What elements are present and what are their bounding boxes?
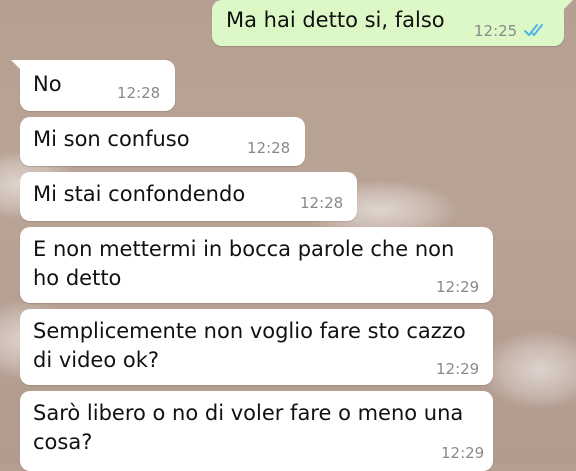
message-text: Sarò libero o no di voler fare o meno un… <box>33 401 470 454</box>
incoming-message-bubble[interactable]: Semplicemente non voglio fare sto cazzo … <box>20 309 493 385</box>
message-timestamp: 12:28 <box>117 84 161 102</box>
message-text: Semplicemente non voglio fare sto cazzo … <box>33 319 473 372</box>
incoming-message-bubble[interactable]: E non mettermi in bocca parole che non h… <box>20 227 493 303</box>
message-timestamp: 12:29 <box>436 278 480 296</box>
message-timestamp: 12:29 <box>441 444 485 462</box>
message-timestamp: 12:28 <box>300 194 344 212</box>
message-text: E non mettermi in bocca parole che non h… <box>33 237 461 290</box>
incoming-message-bubble[interactable]: Sarò libero o no di voler fare o meno un… <box>20 391 493 471</box>
bubble-tail <box>11 60 25 74</box>
message-text: Mi stai confondendo <box>33 182 246 206</box>
bubble-tail <box>559 0 573 14</box>
incoming-message-bubble[interactable]: Mi son confuso 12:28 <box>20 117 305 166</box>
incoming-message-bubble[interactable]: Mi stai confondendo 12:28 <box>20 172 357 221</box>
message-timestamp: 12:29 <box>436 360 480 378</box>
message-list: Ma hai detto si, falso 12:25 No 12:28 Mi… <box>0 0 576 471</box>
message-timestamp: 12:25 <box>474 22 518 40</box>
double-check-read-icon <box>524 24 543 36</box>
message-timestamp: 12:28 <box>247 139 291 157</box>
incoming-message-bubble[interactable]: No 12:28 <box>11 60 175 111</box>
outgoing-message-bubble[interactable]: Ma hai detto si, falso 12:25 <box>212 0 573 46</box>
